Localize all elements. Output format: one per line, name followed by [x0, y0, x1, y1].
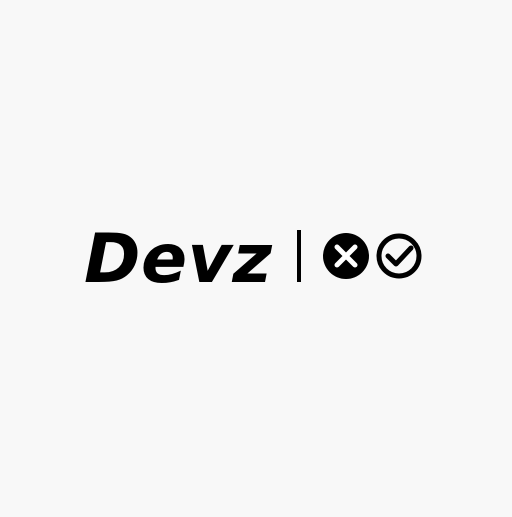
logo-wordmark: Devz [84, 220, 272, 299]
logo: Devz [0, 0, 512, 512]
check-circle-icon [376, 233, 422, 279]
logo-graphic: Devz [84, 220, 422, 299]
x-circle-icon [323, 233, 369, 279]
logo-divider [297, 230, 301, 282]
